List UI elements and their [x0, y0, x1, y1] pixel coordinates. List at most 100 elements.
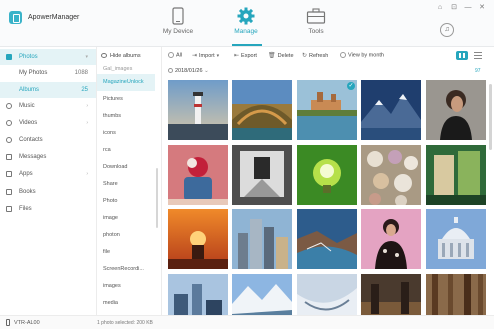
album-list-scrollbar[interactable]	[156, 168, 158, 228]
album-item[interactable]: thumbs	[97, 108, 155, 125]
photo-grid-scrollbar[interactable]	[489, 84, 492, 150]
photo-thumbnail[interactable]	[361, 145, 421, 205]
sidebar-item-label: Music	[19, 103, 35, 109]
check-icon: ✓	[347, 82, 355, 90]
photo-thumbnail[interactable]	[297, 274, 357, 315]
album-item[interactable]: Photo	[97, 193, 155, 210]
photo-thumbnail[interactable]	[297, 209, 357, 269]
nav-manage-label: Manage	[234, 28, 258, 35]
sidebar-item-music[interactable]: Music ›	[0, 98, 96, 114]
export-button[interactable]: ⇤ Export	[234, 52, 257, 59]
photo-thumbnail[interactable]	[232, 209, 292, 269]
toolbox-icon	[306, 8, 326, 24]
view-by-month-label: View by month	[348, 52, 384, 59]
chevron-right-icon: ›	[86, 103, 88, 109]
album-item[interactable]: Pictures	[97, 91, 155, 108]
sidebar-item-albums[interactable]: Albums 25	[0, 82, 96, 98]
nav-manage[interactable]: Manage	[216, 7, 276, 35]
view-by-month-toggle[interactable]: View by month	[340, 52, 384, 58]
hide-albums-label: Hide albums	[110, 53, 141, 59]
export-icon: ⇤	[234, 53, 240, 59]
photo-thumbnail[interactable]	[232, 145, 292, 205]
grid-icon	[459, 53, 465, 58]
contacts-icon	[6, 137, 12, 143]
home-icon[interactable]: ⌂	[435, 3, 445, 13]
photo-thumbnail[interactable]	[297, 145, 357, 205]
sidebar-item-messages[interactable]: Messages	[0, 149, 96, 165]
hide-albums-button[interactable]: Hide albums	[101, 53, 141, 59]
album-item[interactable]: image	[97, 210, 155, 227]
selection-status: 1 photo selected: 200 KB	[97, 320, 153, 326]
list-icon	[474, 52, 482, 59]
sidebar: Photos ▾ My Photos 1088 Albums 25 Music …	[0, 47, 97, 315]
phone-icon	[6, 319, 10, 326]
device-indicator[interactable]: VTR-AL00	[6, 319, 40, 326]
photo-thumbnail[interactable]	[361, 209, 421, 269]
import-button[interactable]: ⇥ Import ▾	[192, 52, 221, 60]
minimize-icon[interactable]: —	[463, 3, 473, 13]
apps-icon	[6, 171, 12, 177]
chevron-down-icon: ▾	[216, 52, 220, 59]
photo-thumbnail[interactable]	[426, 274, 486, 315]
sidebar-item-videos[interactable]: Videos ›	[0, 115, 96, 131]
photo-thumbnail[interactable]	[168, 145, 228, 205]
close-icon[interactable]: ✕	[477, 3, 487, 13]
export-label: Export	[241, 52, 257, 59]
refresh-icon: ↻	[302, 53, 308, 59]
photo-thumbnail[interactable]	[168, 80, 228, 140]
sidebar-item-label: Videos	[19, 120, 38, 126]
nav-my-device[interactable]: My Device	[148, 7, 208, 35]
photo-thumbnail[interactable]	[361, 274, 421, 315]
grid-view-button[interactable]	[456, 51, 468, 60]
photo-thumbnail[interactable]	[232, 80, 292, 140]
message-icon	[6, 154, 12, 160]
phone-icon	[172, 7, 184, 25]
sidebar-item-books[interactable]: Books	[0, 184, 96, 200]
sidebar-item-contacts[interactable]: Contacts	[0, 132, 96, 148]
music-icon	[6, 103, 12, 109]
sidebar-item-my-photos[interactable]: My Photos 1088	[0, 65, 96, 81]
device-name: VTR-AL00	[14, 319, 40, 326]
photo-thumbnail[interactable]	[426, 145, 486, 205]
photo-thumbnail[interactable]	[168, 274, 228, 315]
file-icon	[6, 206, 12, 212]
album-item[interactable]: file	[97, 244, 155, 261]
album-item[interactable]: media	[97, 295, 155, 312]
app-title: ApowerManager	[28, 14, 80, 21]
refresh-button[interactable]: ↻ Refresh	[302, 52, 328, 59]
delete-button[interactable]: 🗑 Delete	[268, 52, 294, 59]
photo-thumbnail[interactable]	[232, 274, 292, 315]
photo-thumbnail[interactable]	[168, 209, 228, 269]
feedback-icon[interactable]: ⊡	[449, 3, 459, 13]
sidebar-item-photos[interactable]: Photos ▾	[0, 49, 96, 65]
import-label: Import	[199, 52, 215, 59]
photo-thumbnail[interactable]	[361, 80, 421, 140]
photo-thumbnail[interactable]	[426, 80, 486, 140]
album-item[interactable]: Share	[97, 176, 155, 193]
toolbar: All ⇥ Import ▾ ⇤ Export 🗑 Delete ↻ Refresh Vi…	[162, 47, 494, 65]
album-item[interactable]: MagazineUnlock	[97, 74, 155, 91]
sidebar-item-label: Contacts	[19, 137, 43, 143]
book-icon	[6, 189, 12, 195]
album-item[interactable]: icons	[97, 125, 155, 142]
sidebar-item-label: Photos	[19, 54, 38, 60]
album-item[interactable]: images	[97, 278, 155, 295]
refresh-label: Refresh	[309, 52, 329, 59]
nav-tools[interactable]: Tools	[286, 7, 346, 35]
photo-thumbnail[interactable]: ✓	[297, 80, 357, 140]
chevron-right-icon: ›	[86, 171, 88, 177]
sidebar-item-files[interactable]: Files	[0, 201, 96, 217]
photo-thumbnail[interactable]	[426, 209, 486, 269]
album-item[interactable]: photon	[97, 227, 155, 244]
music-note-icon[interactable]: ♫	[440, 23, 454, 37]
sidebar-item-label: Messages	[19, 154, 47, 160]
album-item[interactable]: ScreenRecordi...	[97, 261, 155, 278]
app-header: ApowerManager My Device Manage Tools ⌂ ⊡…	[0, 0, 494, 47]
sidebar-item-count: 25	[81, 87, 88, 93]
album-item[interactable]: rca	[97, 142, 155, 159]
album-item[interactable]: Download	[97, 159, 155, 176]
sidebar-item-apps[interactable]: Apps ›	[0, 166, 96, 182]
date-group-header[interactable]: 2018/01/26 ⌄	[168, 68, 209, 74]
select-all-checkbox[interactable]: All	[168, 52, 182, 58]
list-view-button[interactable]	[472, 51, 484, 60]
